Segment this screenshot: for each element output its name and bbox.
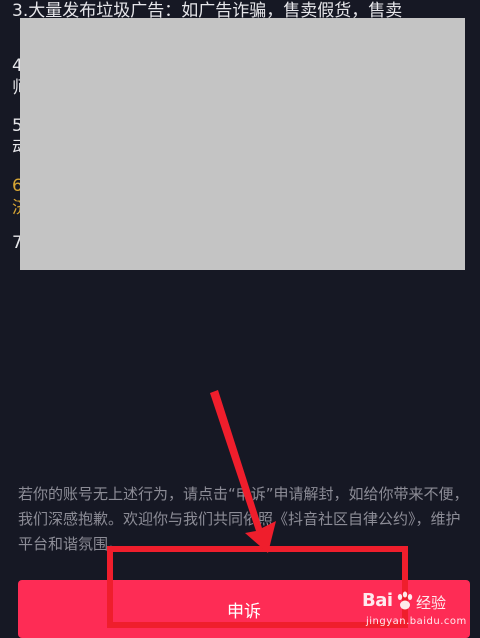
jingyan-label: 经验 [416,594,447,612]
baidu-jingyan-watermark: Bai 经验 jingyan.baidu.com [362,590,474,634]
watermark-url: jingyan.baidu.com [366,616,467,627]
baidu-logo-text: Bai [362,590,393,611]
paw-icon [397,591,413,610]
redaction-overlay [20,18,465,270]
